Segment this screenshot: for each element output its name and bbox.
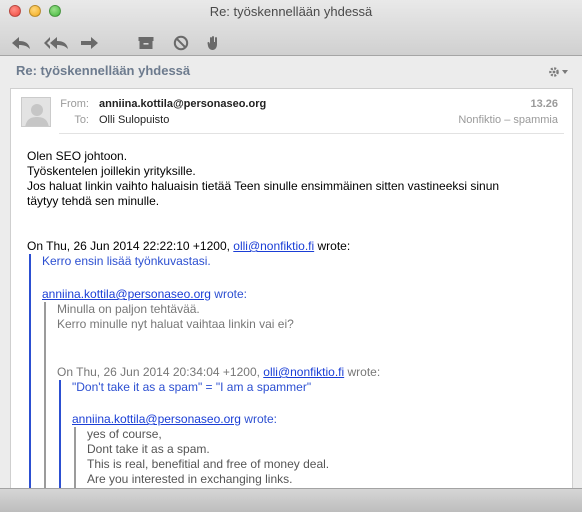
body-line: Työskentelen joillekin yrityksille. xyxy=(27,164,196,178)
quote-level-3: "Don't take it as a spam" = "I am a spam… xyxy=(59,380,567,488)
message-toolbar xyxy=(0,33,582,53)
quote-line: This is real, benefitial and free of mon… xyxy=(87,457,330,471)
reply-all-icon xyxy=(44,37,68,49)
email-link[interactable]: anniina.kottila@personaseo.org xyxy=(42,287,211,301)
junk-button[interactable] xyxy=(171,33,191,53)
reply-icon xyxy=(12,37,30,49)
archive-icon xyxy=(138,37,154,49)
message-body: Olen SEO johtoon. Työskentelen joillekin… xyxy=(27,149,567,488)
chevron-down-icon xyxy=(562,70,568,74)
attribution-text: wrote: xyxy=(314,239,351,253)
junk-icon xyxy=(173,35,189,51)
quote-line: Kerro minulle nyt haluat vaihtaa linkin … xyxy=(57,317,294,331)
quote-level-1: Kerro ensin lisää työnkuvastasi. anniina… xyxy=(29,254,567,488)
person-icon xyxy=(25,104,49,126)
reply-all-button[interactable] xyxy=(42,33,70,53)
quote-attribution: anniina.kottila@personaseo.org wrote: xyxy=(42,287,567,302)
quote-line: Dont take it as a spam. xyxy=(87,442,210,456)
attribution-text: On Thu, 26 Jun 2014 22:22:10 +1200, xyxy=(27,239,234,253)
body-line: täytyy tehdä sen minulle. xyxy=(27,194,160,208)
attribution-text: On Thu, 26 Jun 2014 20:34:04 +1200, xyxy=(57,365,264,379)
quote-line: Are you interested in exchanging links. xyxy=(87,472,293,486)
forward-button[interactable] xyxy=(78,33,100,53)
attribution-text: wrote: xyxy=(344,365,381,379)
attribution-text: wrote: xyxy=(240,412,277,426)
quote-attribution: On Thu, 26 Jun 2014 22:22:10 +1200, olli… xyxy=(27,239,567,254)
to-label: To: xyxy=(74,114,89,126)
window-title: Re: työskennellään yhdessä xyxy=(209,4,373,19)
sender-avatar xyxy=(21,97,51,127)
to-value[interactable]: Olli Sulopuisto xyxy=(99,114,169,126)
email-link[interactable]: anniina.kottila@personaseo.org xyxy=(72,412,241,426)
quote-line: yes of course, xyxy=(87,427,162,441)
from-value[interactable]: anniina.kottila@personaseo.org xyxy=(99,98,266,110)
quote-line: Kerro ensin lisää työnkuvastasi. xyxy=(42,254,211,268)
flag-icon xyxy=(207,36,217,50)
message-time: 13.26 xyxy=(530,98,558,110)
gear-icon xyxy=(549,67,559,77)
quote-level-4: yes of course, Dont take it as a spam. T… xyxy=(74,427,567,488)
body-line: Olen SEO johtoon. xyxy=(27,149,128,163)
archive-button[interactable] xyxy=(136,33,156,53)
quote-line: Minulla on paljon tehtävää. xyxy=(57,302,200,316)
forward-icon xyxy=(81,37,98,49)
from-label: From: xyxy=(60,98,89,110)
window-titlebar: Re: työskennellään yhdessä xyxy=(0,0,582,56)
quote-attribution: On Thu, 26 Jun 2014 20:34:04 +1200, olli… xyxy=(57,365,567,380)
email-link[interactable]: olli@nonfiktio.fi xyxy=(233,239,314,253)
window-bottom-bar xyxy=(0,488,582,512)
quote-level-2: Minulla on paljon tehtävää. Kerro minull… xyxy=(44,302,567,488)
attribution-text: wrote: xyxy=(210,287,247,301)
message-actions-button[interactable] xyxy=(548,66,568,78)
message-mailbox[interactable]: Nonfiktio – spammia xyxy=(458,114,558,126)
quote-line: "Don't take it as a spam" = "I am a spam… xyxy=(72,380,312,394)
body-line: Jos haluat linkin vaihto haluaisin tietä… xyxy=(27,179,500,193)
reply-button[interactable] xyxy=(10,33,32,53)
header-divider xyxy=(59,133,564,134)
subject-header: Re: työskennellään yhdessä xyxy=(0,57,582,87)
email-link[interactable]: olli@nonfiktio.fi xyxy=(263,365,344,379)
message-card: From: anniina.kottila@personaseo.org To:… xyxy=(10,88,573,488)
flag-button[interactable] xyxy=(204,33,224,53)
message-subject: Re: työskennellään yhdessä xyxy=(16,63,191,78)
quote-attribution: anniina.kottila@personaseo.org wrote: xyxy=(72,412,567,427)
